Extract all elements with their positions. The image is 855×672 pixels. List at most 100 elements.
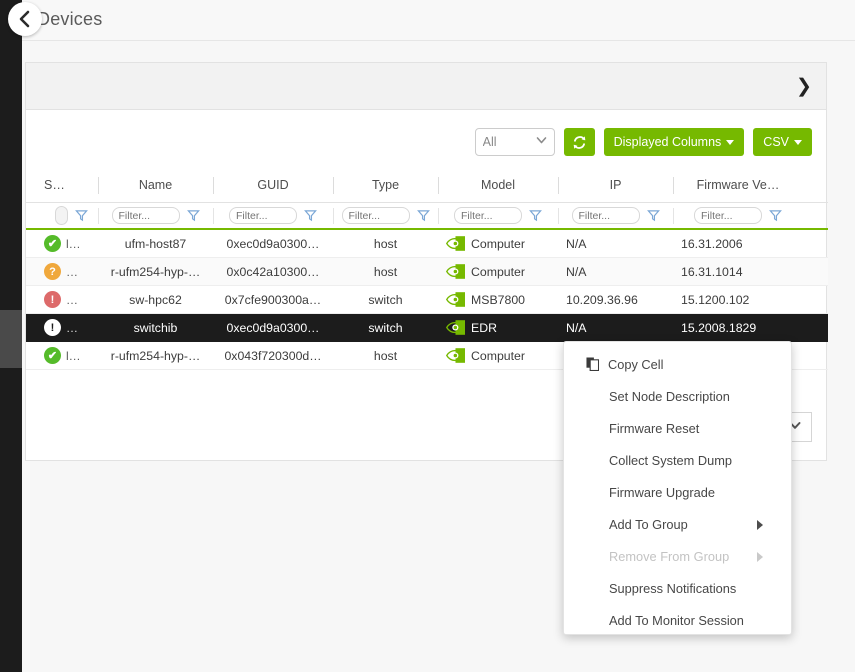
scope-select[interactable]: All [475,128,555,156]
filter-input-model[interactable] [454,207,522,224]
filter-cell-type [333,202,438,230]
funnel-icon[interactable] [75,209,88,222]
funnel-icon[interactable] [304,209,317,222]
row-context-menu[interactable]: Copy Cell Set Node Description Firmware Re… [563,341,792,635]
status-text: … [66,321,78,335]
nvidia-logo-icon [446,320,465,335]
model-text: Computer [471,237,525,251]
table-row[interactable]: !…sw-hpc620x7cfe900300a…switchMSB780010.… [26,286,828,314]
cell-name: switchib [98,314,213,342]
chevron-right-icon [757,520,763,530]
cell-firmware: 15.1200.102 [673,286,803,314]
menu-item-add-to-monitor-session[interactable]: Add To Monitor Session [564,604,791,636]
cell-ip: N/A [558,230,673,258]
column-header-name[interactable]: Name [98,168,213,202]
cell-type: host [333,230,438,258]
column-header-firmware[interactable]: Firmware Ve… [673,168,803,202]
left-nav-rail[interactable] [0,0,22,672]
funnel-icon[interactable] [647,209,660,222]
left-rail-scroll-thumb[interactable] [0,310,22,368]
column-header-status[interactable]: S… [26,168,98,202]
funnel-icon[interactable] [529,209,542,222]
menu-item-label: Suppress Notifications [609,581,736,596]
back-button[interactable] [8,2,42,36]
menu-item-collect-system-dump[interactable]: Collect System Dump [564,444,791,476]
cell-guid: 0xec0d9a0300… [213,314,333,342]
devices-grid: S… Name GUID Type Model IP Firmware Ve… [26,168,828,370]
table-toolbar: All Displayed Columns CSV [475,128,812,156]
cell-guid: 0x7cfe900300a… [213,286,333,314]
chevron-down-icon [726,140,734,145]
cell-ip: 10.209.36.96 [558,286,673,314]
menu-item-label: Collect System Dump [609,453,732,468]
menu-item-firmware-upgrade[interactable]: Firmware Upgrade [564,476,791,508]
cell-model: EDR [438,314,558,342]
column-header-type[interactable]: Type [333,168,438,202]
filter-cell-ip [558,202,673,230]
menu-item-label: Copy Cell [608,357,663,372]
nvidia-logo-icon [446,348,465,363]
cell-status: ✔l… [26,230,98,258]
cell-status: !… [26,286,98,314]
filter-cell-name [98,202,213,230]
page-header: Devices [22,0,855,41]
table-row[interactable]: ✔l…ufm-host870xec0d9a0300…hostComputerN/… [26,230,828,258]
status-text: … [66,293,78,307]
filter-input-ip[interactable] [572,207,640,224]
funnel-icon[interactable] [417,209,430,222]
exclamation-circle-icon: ! [44,319,61,336]
filter-cell-firmware [673,202,803,230]
filter-input-type[interactable] [342,207,410,224]
menu-item-label: Add To Monitor Session [609,613,744,628]
cell-name: sw-hpc62 [98,286,213,314]
nvidia-logo-icon [446,236,465,251]
menu-item-set-node-description[interactable]: Set Node Description [564,380,791,412]
menu-item-label: Firmware Upgrade [609,485,715,500]
menu-item-label: Set Node Description [609,389,730,404]
cell-type: switch [333,314,438,342]
model-text: Computer [471,265,525,279]
chevron-right-icon[interactable]: ❯ [792,75,816,99]
status-text: l… [66,349,81,363]
filter-cell-status [26,202,98,230]
menu-item-firmware-reset[interactable]: Firmware Reset [564,412,791,444]
status-text: … [66,265,78,279]
cell-model: Computer [438,258,558,286]
cell-model: MSB7800 [438,286,558,314]
cell-firmware: 16.31.1014 [673,258,803,286]
filter-input-name[interactable] [112,207,180,224]
funnel-icon[interactable] [769,209,782,222]
column-header-guid[interactable]: GUID [213,168,333,202]
column-header-ip[interactable]: IP [558,168,673,202]
displayed-columns-button[interactable]: Displayed Columns [604,128,745,156]
csv-button[interactable]: CSV [753,128,812,156]
question-circle-icon: ? [44,263,61,280]
exclamation-circle-icon: ! [44,291,61,308]
status-filter-pill[interactable] [55,206,68,225]
displayed-columns-label: Displayed Columns [614,135,722,149]
scope-select-wrapper: All [475,128,555,156]
funnel-icon[interactable] [187,209,200,222]
cell-type: switch [333,286,438,314]
table-row[interactable]: !…switchib0xec0d9a0300…switchEDRN/A15.20… [26,314,828,342]
refresh-button[interactable] [564,128,595,156]
cell-ip: N/A [558,314,673,342]
cell-status: ✔l… [26,342,98,370]
cell-firmware: 16.31.2006 [673,230,803,258]
filter-input-firmware[interactable] [694,207,762,224]
menu-item-suppress-notifications[interactable]: Suppress Notifications [564,572,791,604]
model-text: Computer [471,349,525,363]
cell-status: !… [26,314,98,342]
cell-name: ufm-host87 [98,230,213,258]
filter-input-guid[interactable] [229,207,297,224]
csv-label: CSV [763,135,789,149]
cell-name: r-ufm254-hyp-… [98,342,213,370]
grid-header-row: S… Name GUID Type Model IP Firmware Ve… [26,168,828,202]
table-row[interactable]: ?…r-ufm254-hyp-…0x0c42a10300…hostCompute… [26,258,828,286]
page-title: Devices [37,9,102,30]
column-header-model[interactable]: Model [438,168,558,202]
cell-model: Computer [438,342,558,370]
menu-item-copy-cell[interactable]: Copy Cell [564,348,791,380]
menu-item-add-to-group[interactable]: Add To Group [564,508,791,540]
nvidia-logo-icon [446,264,465,279]
